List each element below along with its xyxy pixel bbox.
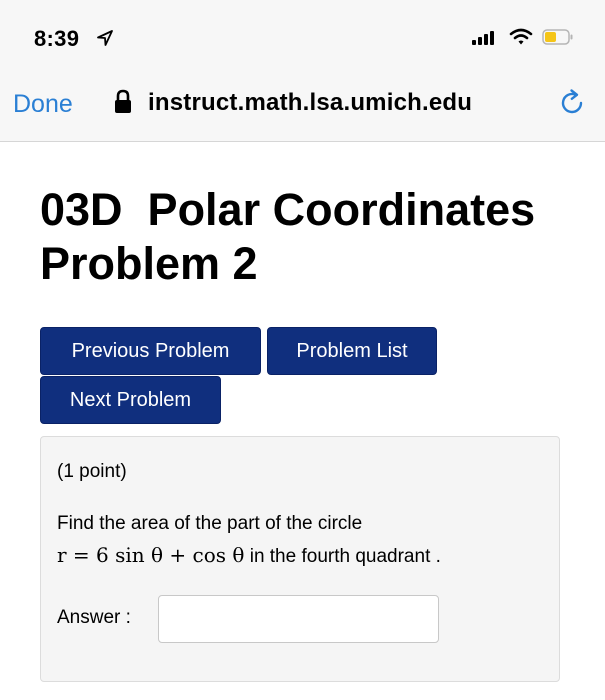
- done-button[interactable]: Done: [13, 90, 73, 119]
- points-label: (1 point): [57, 461, 127, 482]
- previous-problem-button[interactable]: Previous Problem: [40, 327, 261, 375]
- next-problem-button[interactable]: Next Problem: [40, 376, 221, 424]
- answer-input[interactable]: [158, 595, 439, 643]
- page-title: 03D Polar Coordinates Problem 2: [40, 183, 605, 291]
- problem-panel: (1 point) Find the area of the part of t…: [40, 436, 560, 682]
- url-bar[interactable]: instruct.math.lsa.umich.edu: [148, 89, 472, 117]
- page-title-line2: Problem 2: [40, 238, 258, 289]
- cellular-signal-icon: [472, 31, 494, 45]
- question-equation-line: r = 6 sin θ + cos θ in the fourth quadra…: [57, 543, 441, 568]
- question-suffix: in the fourth quadrant .: [244, 546, 441, 567]
- browser-toolbar: Done instruct.math.lsa.umich.edu: [0, 70, 605, 142]
- status-bar: 8:39: [0, 0, 605, 70]
- lock-icon: [115, 89, 131, 113]
- page-title-line1: 03D Polar Coordinates: [40, 184, 536, 235]
- reload-icon[interactable]: [557, 88, 587, 118]
- wifi-icon: [509, 28, 533, 45]
- problem-list-button[interactable]: Problem List: [267, 327, 437, 375]
- location-arrow-icon: [97, 30, 113, 46]
- battery-icon: [542, 29, 573, 45]
- answer-label: Answer :: [57, 607, 131, 628]
- equation: r = 6 sin θ + cos θ: [57, 543, 245, 567]
- status-time: 8:39: [34, 26, 80, 51]
- question-text: Find the area of the part of the circle: [57, 513, 363, 534]
